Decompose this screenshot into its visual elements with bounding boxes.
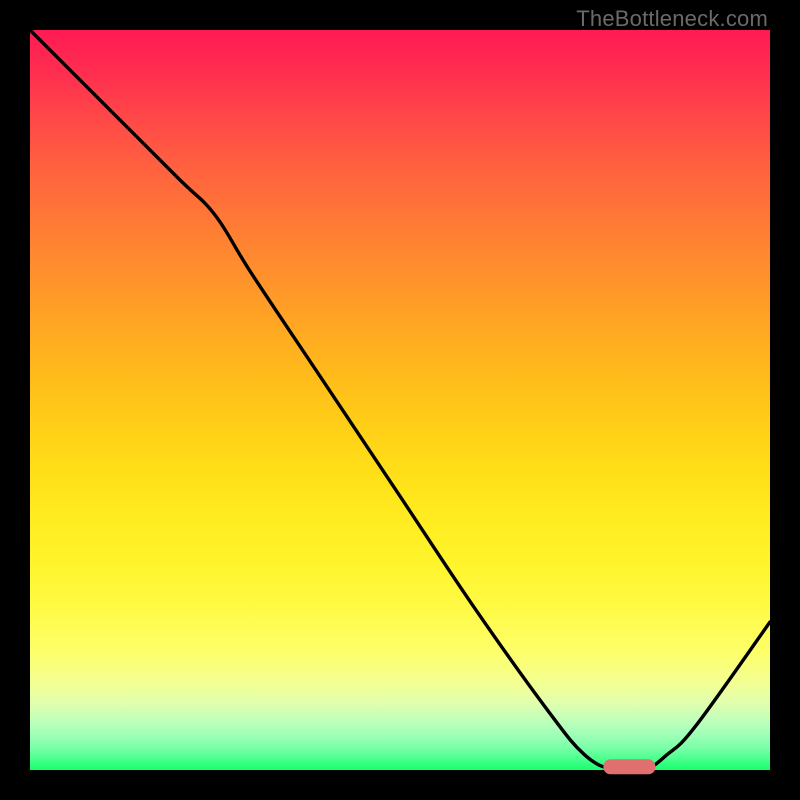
- plot-area: [30, 30, 770, 770]
- optimal-marker: [603, 759, 655, 774]
- watermark-text: TheBottleneck.com: [576, 6, 768, 32]
- chart-svg: [30, 30, 770, 770]
- bottleneck-curve: [30, 30, 770, 772]
